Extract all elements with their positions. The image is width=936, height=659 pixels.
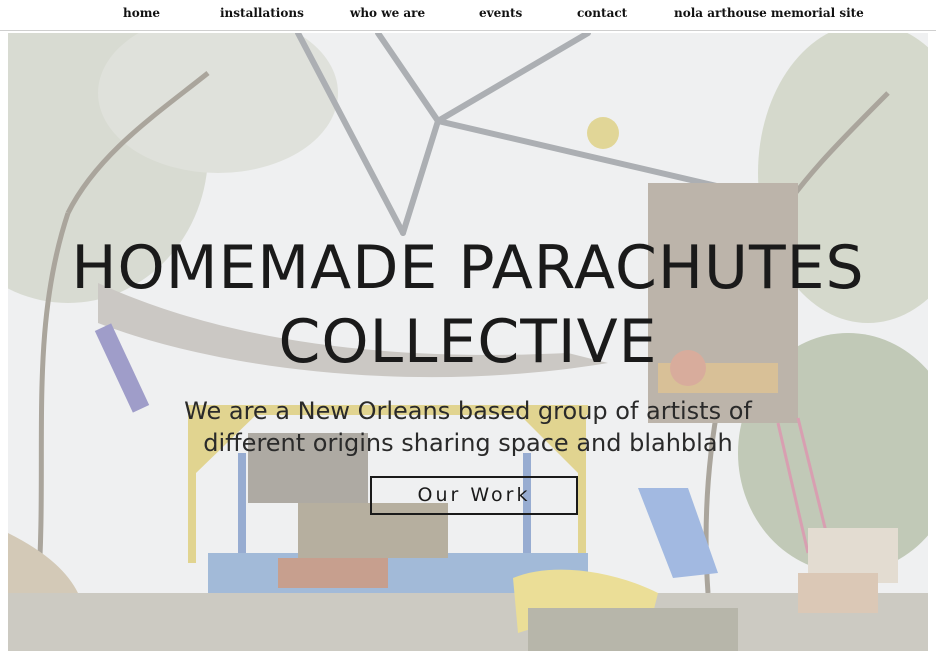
nav-link-events[interactable]: events <box>479 6 522 20</box>
hero-subtitle: We are a New Orleans based group of arti… <box>68 395 868 459</box>
nav-link-contact[interactable]: contact <box>577 6 627 20</box>
hero-subtitle-line-1: We are a New Orleans based group of arti… <box>184 397 752 425</box>
hero-title-line-2: COLLECTIVE <box>278 307 658 378</box>
top-navigation: home installations who we are events con… <box>0 0 936 31</box>
our-work-button[interactable]: Our Work <box>370 476 578 515</box>
nav-link-installations[interactable]: installations <box>220 6 304 20</box>
nav-link-who-we-are[interactable]: who we are <box>350 6 425 20</box>
hero-title-line-1: HOMEMADE PARACHUTES <box>71 233 865 304</box>
nav-link-home[interactable]: home <box>123 6 160 20</box>
hero-banner: HOMEMADE PARACHUTES COLLECTIVE We are a … <box>8 33 928 651</box>
nav-link-memorial-site[interactable]: nola arthouse memorial site <box>674 6 864 20</box>
hero-subtitle-line-2: different origins sharing space and blah… <box>203 429 733 457</box>
hero-title: HOMEMADE PARACHUTES COLLECTIVE <box>28 231 908 379</box>
